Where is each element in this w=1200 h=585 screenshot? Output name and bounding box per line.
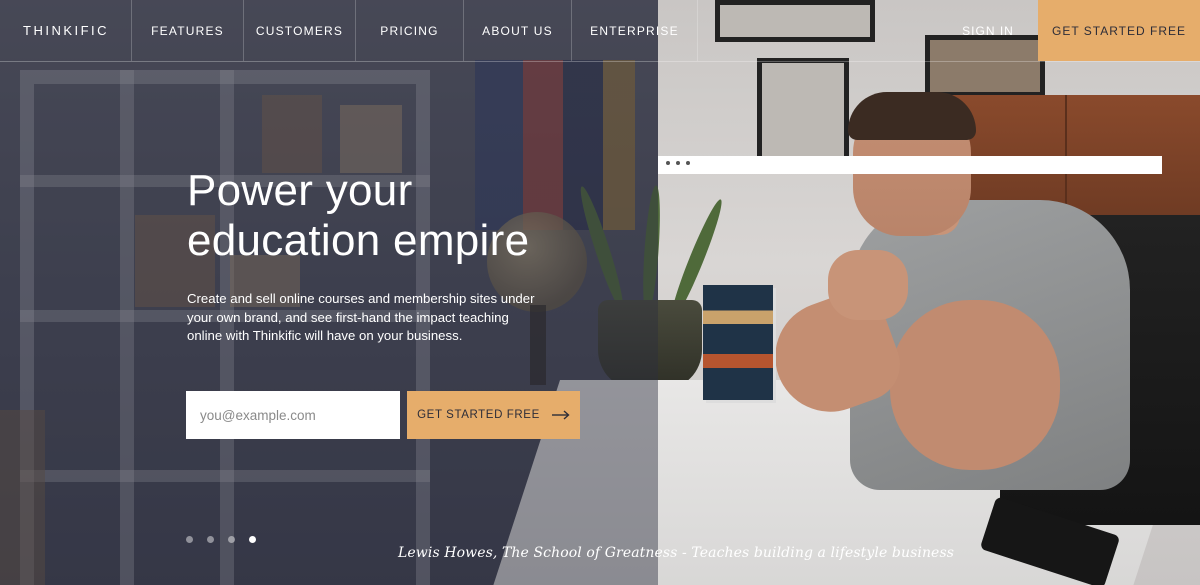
headline-line-1: Power your — [187, 166, 413, 215]
thinkific-logo[interactable]: THINKIFIC — [0, 0, 132, 61]
nav-pricing[interactable]: PRICING — [356, 0, 464, 61]
nav-features[interactable]: FEATURES — [132, 0, 244, 61]
nav-about-us[interactable]: ABOUT US — [464, 0, 572, 61]
person-hands — [828, 250, 908, 320]
headline-line-2: education empire — [187, 216, 530, 265]
picture-frame — [757, 58, 849, 166]
carousel-dot-active[interactable] — [249, 536, 256, 543]
nav-enterprise[interactable]: ENTERPRISE — [572, 0, 698, 61]
get-started-free-button[interactable]: GET STARTED FREE — [1038, 0, 1200, 61]
nav-customers[interactable]: CUSTOMERS — [244, 0, 356, 61]
carousel-dot[interactable] — [228, 536, 235, 543]
window-dots-icon — [666, 161, 690, 165]
sign-in-link[interactable]: SIGN IN — [938, 0, 1038, 61]
person-hair — [848, 92, 976, 140]
email-input[interactable] — [186, 391, 400, 439]
hero-caption: Lewis Howes, The School of Greatness - T… — [398, 545, 955, 561]
person-arm — [890, 300, 1060, 470]
top-nav: THINKIFIC FEATURES CUSTOMERS PRICING ABO… — [0, 0, 1200, 62]
carousel-dot[interactable] — [186, 536, 193, 543]
carousel-dot[interactable] — [207, 536, 214, 543]
hero-subtext: Create and sell online courses and membe… — [187, 291, 535, 344]
hero-cta-label: GET STARTED FREE — [417, 409, 540, 421]
carousel-dots — [186, 536, 256, 543]
arrow-right-icon — [551, 410, 570, 420]
hero-headline: Power your education empire — [187, 166, 529, 266]
browser-window-bar — [658, 156, 1162, 174]
hero-background-photo — [0, 0, 1200, 585]
book-prop — [703, 285, 773, 400]
hero-get-started-button[interactable]: GET STARTED FREE — [407, 391, 580, 439]
